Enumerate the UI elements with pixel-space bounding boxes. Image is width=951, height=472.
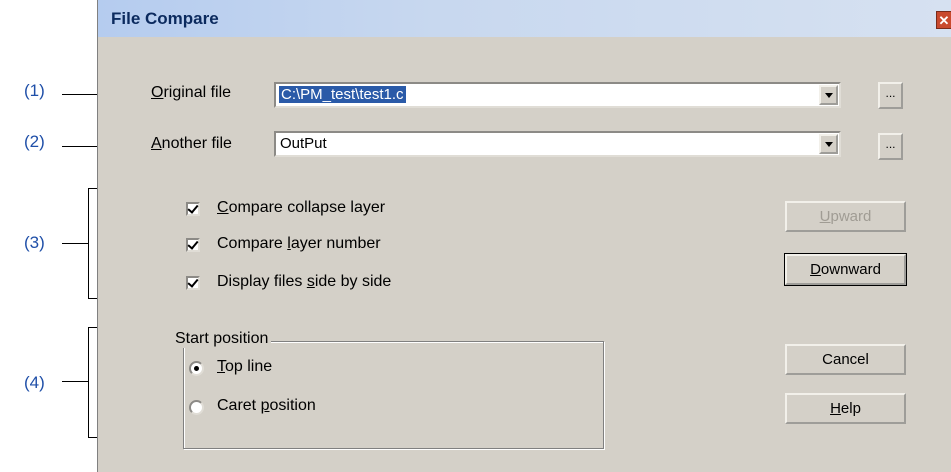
another-file-label: Another file xyxy=(151,135,232,153)
top-line-radio[interactable] xyxy=(189,361,204,376)
original-file-value: C:\PM_test\test1.c xyxy=(279,86,406,103)
start-position-legend: Start position xyxy=(172,330,272,348)
caret-pre: Caret xyxy=(217,397,261,414)
caret-position-label[interactable]: Caret position xyxy=(217,397,316,415)
compare-collapse-layer-label[interactable]: Compare collapse layer xyxy=(217,199,385,217)
option-3-accel: s xyxy=(306,273,315,290)
top-line-label[interactable]: Top line xyxy=(217,358,272,376)
dialog-title: File Compare xyxy=(111,9,219,28)
original-file-label-rest: riginal file xyxy=(163,84,232,101)
original-file-combo[interactable]: C:\PM_test\test1.c xyxy=(274,82,841,108)
original-file-accel: O xyxy=(151,84,164,101)
compare-layer-number-label[interactable]: Compare layer number xyxy=(217,235,381,253)
callout-4: (4) xyxy=(24,373,45,392)
another-file-browse-button[interactable]: ... xyxy=(878,133,903,160)
close-icon: ✕ xyxy=(938,13,950,28)
top-line-post: op line xyxy=(225,358,273,375)
original-file-label: Original file xyxy=(151,84,231,102)
another-file-accel: A xyxy=(151,135,162,152)
another-file-combo[interactable]: OutPut xyxy=(274,131,841,157)
display-side-by-side-label[interactable]: Display files side by side xyxy=(217,273,391,291)
callout-4-bracket xyxy=(88,327,89,438)
downward-rest: ownward xyxy=(820,261,881,278)
help-accel: H xyxy=(830,400,841,417)
option-2-post: ayer number xyxy=(290,235,381,252)
option-1-post: ompare collapse layer xyxy=(228,199,386,216)
callout-4-leader xyxy=(62,381,88,382)
help-rest: elp xyxy=(840,400,861,417)
callout-2: (2) xyxy=(24,132,45,151)
help-button[interactable]: Help xyxy=(785,393,906,424)
downward-button[interactable]: Downward xyxy=(784,253,907,286)
callout-3-leader xyxy=(62,243,88,244)
option-2-pre: Compare xyxy=(217,235,288,252)
another-file-value: OutPut xyxy=(280,135,327,152)
callout-3-bracket xyxy=(88,188,89,299)
original-file-browse-button[interactable]: ... xyxy=(878,82,903,109)
compare-layer-number-checkbox[interactable] xyxy=(186,238,200,252)
option-3-pre: Display files xyxy=(217,273,307,290)
original-file-dropdown-icon[interactable] xyxy=(819,85,838,105)
cancel-button[interactable]: Cancel xyxy=(785,344,906,375)
option-3-post: ide by side xyxy=(314,273,392,290)
upward-rest: pward xyxy=(830,208,872,225)
upward-accel: U xyxy=(819,208,831,225)
compare-collapse-layer-checkbox[interactable] xyxy=(186,202,200,216)
another-file-label-rest: nother file xyxy=(161,135,232,152)
another-file-dropdown-icon[interactable] xyxy=(819,134,838,154)
close-button[interactable]: ✕ xyxy=(936,11,951,29)
caret-post: osition xyxy=(269,397,316,414)
callout-3: (3) xyxy=(24,233,45,252)
title-bar[interactable]: File Compare ✕ xyxy=(98,0,951,37)
file-compare-dialog: File Compare ✕ Original file C:\PM_test\… xyxy=(97,0,951,472)
downward-accel: D xyxy=(810,261,821,278)
option-1-accel: C xyxy=(217,199,229,216)
upward-button[interactable]: Upward xyxy=(785,201,906,232)
top-line-accel: T xyxy=(217,358,225,375)
display-side-by-side-checkbox[interactable] xyxy=(186,276,200,290)
callout-1: (1) xyxy=(24,81,45,100)
caret-position-radio[interactable] xyxy=(189,400,204,415)
